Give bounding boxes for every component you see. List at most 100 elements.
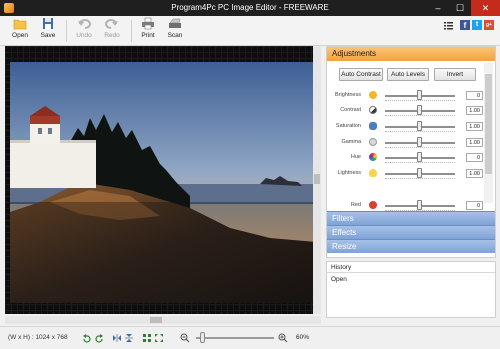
canvas-horizontal-scrollbar[interactable] [5,316,321,324]
horizontal-scroll-thumb[interactable] [150,317,162,323]
save-label: Save [40,32,56,39]
canvas-vertical-scrollbar[interactable] [313,46,321,314]
contrast-ticks [385,115,455,116]
rotate-right-icon[interactable] [94,333,104,343]
close-button[interactable]: ✕ [471,0,500,16]
lightness-row: Lightness 1.00 [327,168,487,180]
auto-contrast-button[interactable]: Auto Contrast [339,68,383,81]
contrast-label: Contrast [340,107,361,113]
zoom-track[interactable] [196,337,274,339]
gamma-slider[interactable] [417,137,422,147]
section-adjustments[interactable]: Adjustments [327,47,495,61]
auto-levels-button[interactable]: Auto Levels [387,68,429,81]
undo-button[interactable]: Undo [70,17,98,45]
lightness-label: Lightness [337,170,361,176]
undo-label: Undo [76,32,92,39]
hue-ticks [385,162,455,163]
gamma-label: Gamma [341,139,361,145]
history-panel: History Open [326,261,496,318]
scan-label: Scan [167,32,183,39]
lightness-value[interactable]: 1.00 [466,169,483,178]
saturation-slider[interactable] [417,121,422,131]
actual-size-icon[interactable] [154,333,164,343]
gamma-ticks [385,147,455,148]
redo-label: Redo [104,32,120,39]
brightness-row: Brightness 0 [327,90,487,102]
zoom-in-icon[interactable] [278,333,288,343]
undo-icon [78,19,91,29]
section-filters[interactable]: Filters [327,211,495,225]
toolbar: Open Save Undo Redo Print Scan f t g+ [0,16,500,46]
image-dimensions: (W x H) : 1024 x 768 [8,334,68,341]
red-channel-icon [369,201,377,209]
adjustments-scroll-thumb[interactable] [485,74,492,174]
section-effects[interactable]: Effects [327,225,495,239]
gamma-row: Gamma 1.00 [327,137,487,149]
vertical-scroll-thumb[interactable] [314,174,320,184]
image-canvas[interactable] [5,46,321,314]
googleplus-icon[interactable]: g+ [484,20,494,30]
facebook-icon[interactable]: f [460,20,470,30]
brightness-value[interactable]: 0 [466,91,483,100]
adjustments-scrollbar[interactable] [484,63,493,203]
redo-button[interactable]: Redo [98,17,126,45]
contrast-icon [369,106,377,114]
bulb-icon [369,169,377,177]
twitter-icon[interactable]: t [472,20,482,30]
zoom-slider[interactable] [200,332,205,343]
window-title: Program4Pc PC Image Editor - FREEWARE [171,3,329,12]
hue-slider[interactable] [417,152,422,162]
open-button[interactable]: Open [6,17,34,45]
fit-window-icon[interactable] [142,333,152,343]
save-button[interactable]: Save [34,17,62,45]
saturation-label: Saturation [335,123,361,129]
rotate-left-icon[interactable] [82,333,92,343]
list-icon[interactable] [444,21,453,30]
brightness-slider[interactable] [417,90,422,100]
flip-horizontal-icon[interactable] [112,333,122,343]
saturation-icon [369,122,377,130]
brightness-ticks [385,100,455,101]
zoom-out-icon[interactable] [180,333,190,343]
red-value[interactable]: 0 [466,201,483,210]
title-bar: Program4Pc PC Image Editor - FREEWARE – … [0,0,500,16]
adjustment-panel: Adjustments Auto Contrast Auto Levels In… [326,46,496,258]
sun-icon [369,91,377,99]
hue-wheel-icon [369,153,377,161]
toolbar-separator [66,20,67,42]
saturation-value[interactable]: 1.00 [466,122,483,131]
hue-row: Hue 0 [327,152,487,164]
history-header: History [327,262,495,273]
saturation-row: Saturation 1.00 [327,121,487,133]
brightness-label: Brightness [335,92,361,98]
gamma-icon [369,138,377,146]
redo-icon [105,19,118,29]
zoom-level: 60% [296,334,310,341]
print-button[interactable]: Print [134,17,162,45]
photo-preview[interactable] [10,62,316,303]
gamma-value[interactable]: 1.00 [466,138,483,147]
hue-value[interactable]: 0 [466,153,483,162]
maximize-button[interactable]: ☐ [449,0,471,16]
open-label: Open [12,32,28,39]
section-resize[interactable]: Resize [327,239,495,253]
toolbar-separator [131,20,132,42]
flip-vertical-icon[interactable] [124,333,134,343]
contrast-value[interactable]: 1.00 [466,106,483,115]
status-bar: (W x H) : 1024 x 768 60% [0,326,500,349]
save-icon [43,18,53,29]
hue-label: Hue [350,154,361,160]
minimize-button[interactable]: – [427,0,449,16]
lightness-ticks [385,178,455,179]
scanner-icon [169,18,181,28]
invert-button[interactable]: Invert [434,68,476,81]
red-slider[interactable] [417,200,422,210]
history-item[interactable]: Open [327,273,495,286]
scan-button[interactable]: Scan [161,17,189,45]
print-label: Print [141,32,155,39]
saturation-ticks [385,131,455,132]
lightness-slider[interactable] [417,168,422,178]
contrast-row: Contrast 1.00 [327,105,487,117]
contrast-slider[interactable] [417,105,422,115]
lighthouse-photo [10,62,316,303]
